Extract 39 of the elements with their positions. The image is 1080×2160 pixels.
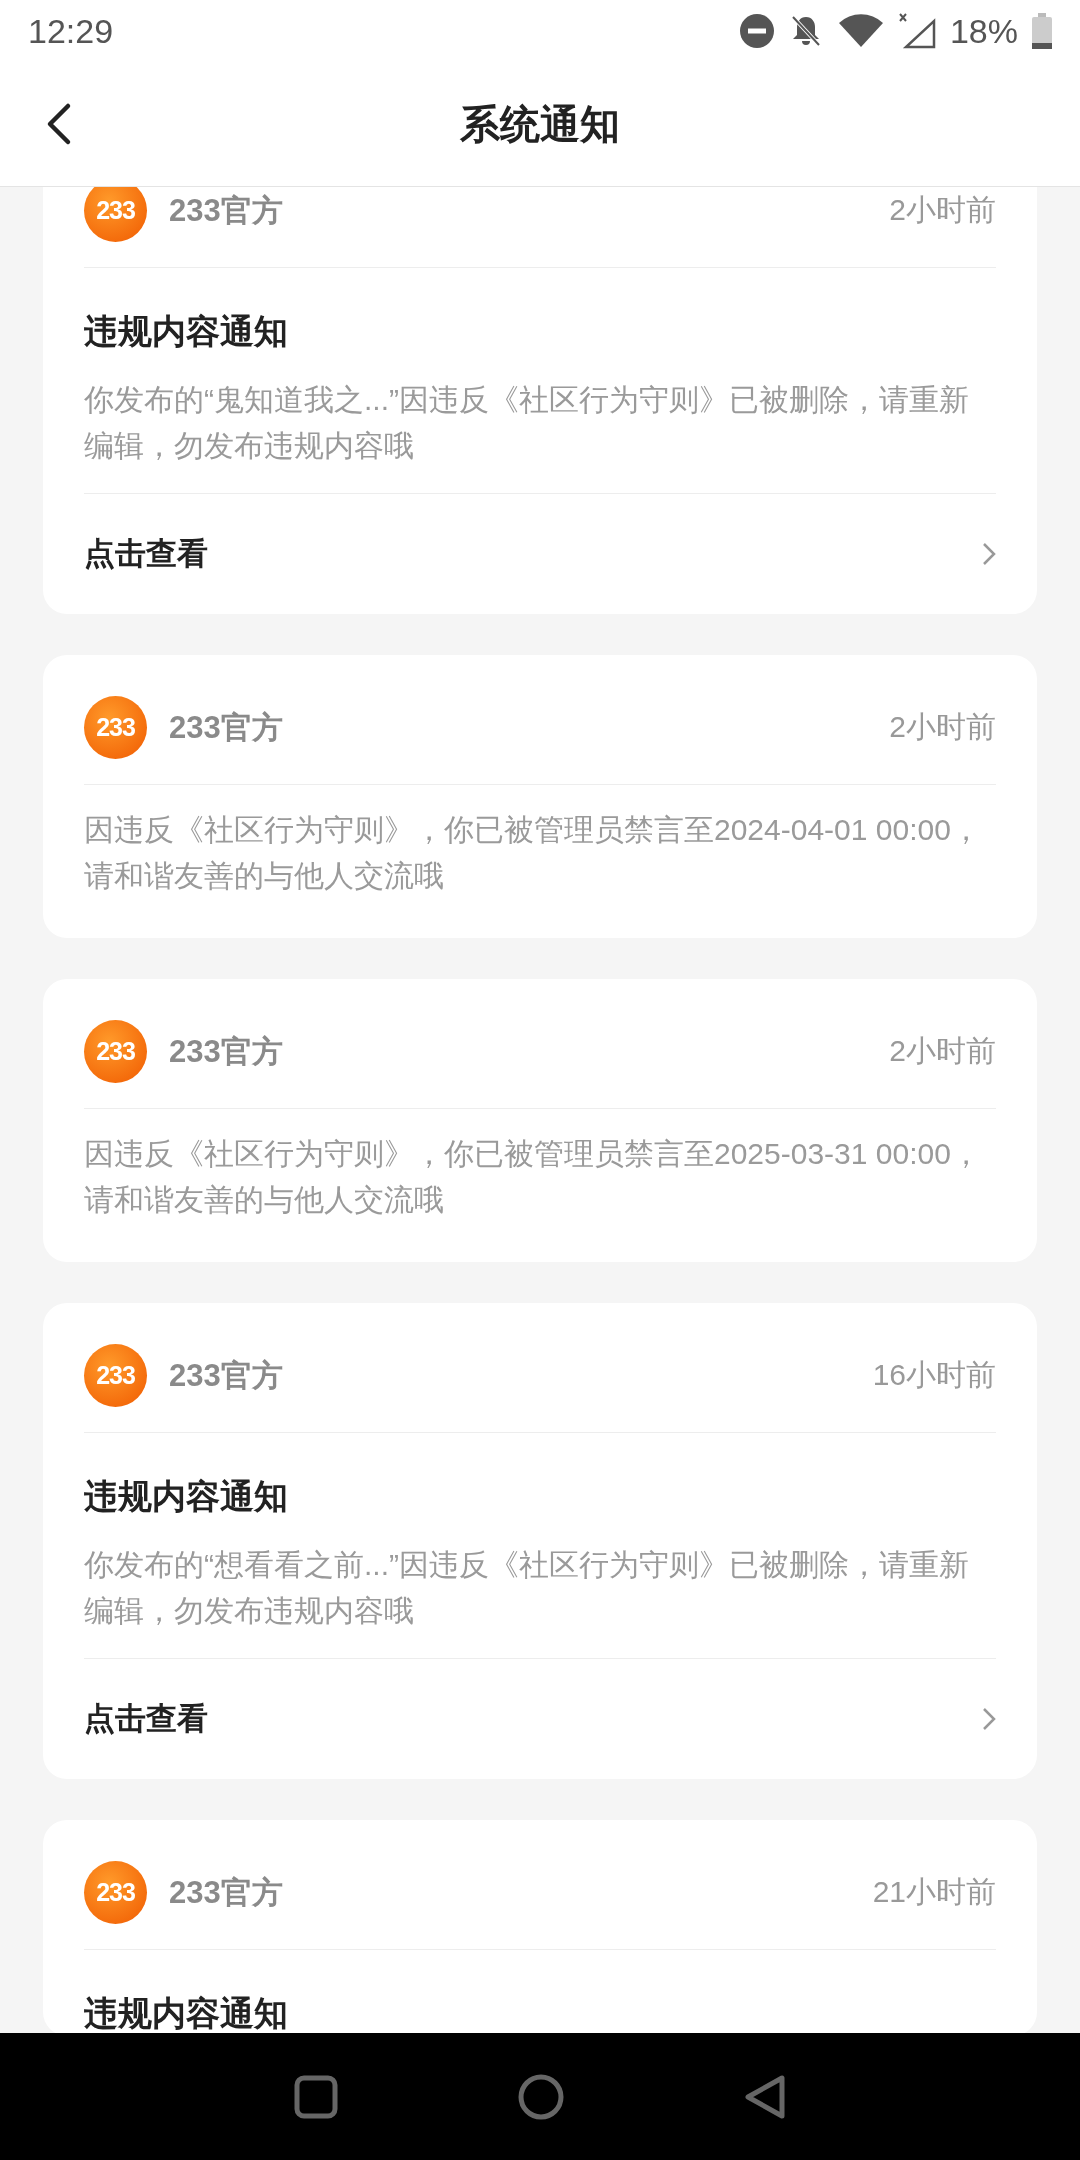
- sender-name: 233官方: [169, 191, 284, 230]
- notification-title: 违规内容通知: [84, 311, 289, 352]
- chevron-right-icon: [982, 1707, 996, 1731]
- timestamp: 2小时前: [889, 1033, 996, 1069]
- logo-badge: 233: [84, 1344, 147, 1407]
- notification-card[interactable]: 233 233官方 2小时前 违规内容通知 你发布的“鬼知道我之...”因违反《社区行为守则》已被删除，请重新编辑，勿发布违规内容哦 点击查看: [43, 187, 1037, 614]
- logo-badge: 233: [84, 696, 147, 759]
- timestamp: 16小时前: [872, 1357, 996, 1393]
- do-not-disturb-icon: [739, 14, 774, 48]
- home-icon[interactable]: [518, 2073, 564, 2120]
- notification-text: 你发布的“想看看之前...”因违反《社区行为守则》已被删除，请重新编辑，勿发布违规内容哦: [84, 1547, 970, 1629]
- sender-name: 233官方: [169, 1032, 284, 1071]
- sender-name: 233官方: [169, 1356, 284, 1395]
- battery-icon: [1032, 13, 1052, 49]
- notification-text: 因违反《社区行为守则》，你已被管理员禁言至2024-04-01 00:00，请和谐友善的与他人交流哦: [84, 812, 982, 894]
- timestamp: 2小时前: [889, 192, 996, 228]
- sender-name: 233官方: [169, 708, 284, 747]
- timestamp: 21小时前: [872, 1874, 996, 1910]
- page-title: 系统通知: [460, 100, 620, 148]
- notification-title: 违规内容通知: [84, 1993, 289, 2033]
- battery-percent: 18%: [949, 11, 1018, 51]
- logo-badge: 233: [84, 1861, 147, 1924]
- notification-title: 违规内容通知: [84, 1476, 289, 1517]
- logo-badge: 233: [84, 187, 147, 242]
- notification-card[interactable]: 233 233官方 16小时前 违规内容通知 你发布的“想看看之前...”因违反《社区行为守则》已被删除，请重新编辑，勿发布违规内容哦 点击查看: [43, 1303, 1037, 1779]
- back-icon[interactable]: [744, 2073, 786, 2120]
- view-link[interactable]: 点击查看: [84, 1698, 208, 1740]
- notification-text: 你发布的“鬼知道我之...”因违反《社区行为守则》已被删除，请重新编辑，勿发布违规内容哦: [84, 382, 970, 464]
- status-time: 12:29: [28, 11, 114, 51]
- recent-apps-icon[interactable]: [294, 2074, 338, 2119]
- notification-card[interactable]: 233 233官方 21小时前 违规内容通知: [43, 1820, 1037, 2033]
- timestamp: 2小时前: [889, 709, 996, 745]
- logo-badge: 233: [84, 1020, 147, 1083]
- wifi-icon: [837, 14, 884, 48]
- chevron-right-icon: [982, 542, 996, 566]
- notification-text: 因违反《社区行为守则》，你已被管理员禁言至2025-03-31 00:00，请和谐友善的与他人交流哦: [84, 1136, 982, 1218]
- view-link[interactable]: 点击查看: [84, 533, 208, 575]
- sender-name: 233官方: [169, 1873, 284, 1912]
- signal-icon: [897, 13, 936, 49]
